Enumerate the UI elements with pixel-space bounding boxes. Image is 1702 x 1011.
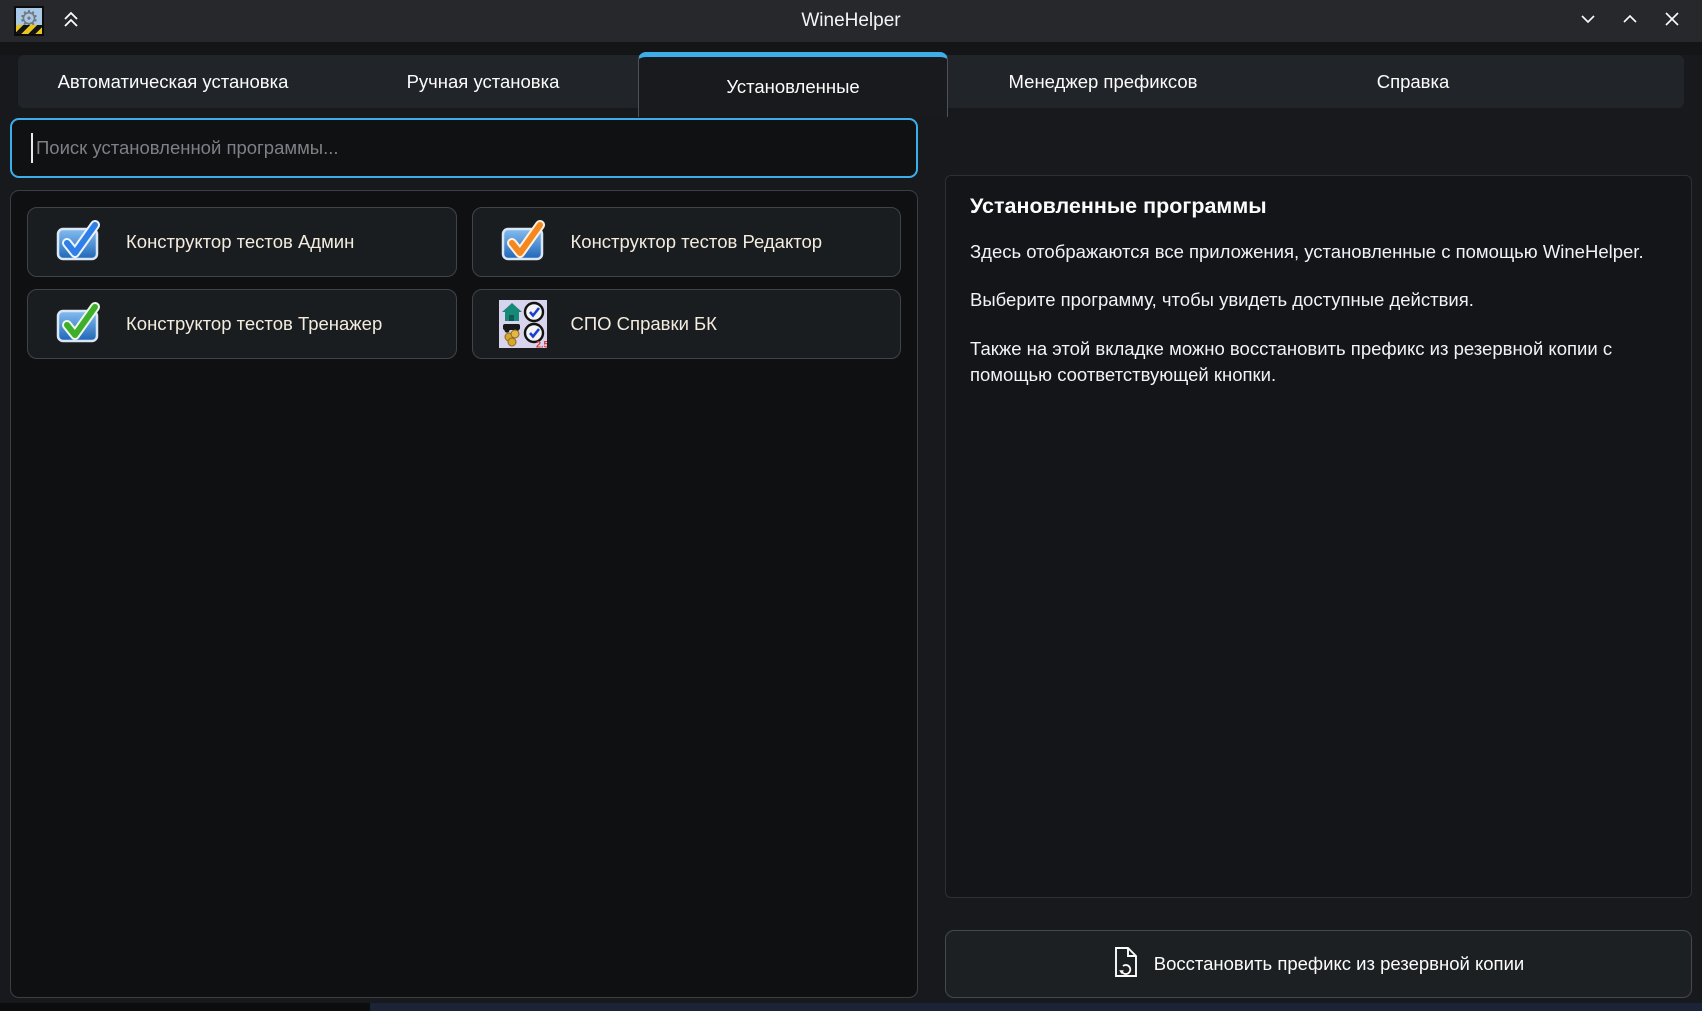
tab-manual-install[interactable]: Ручная установка	[328, 55, 638, 108]
program-button-konstruktor-trenazher[interactable]: Конструктор тестов Тренажер	[27, 289, 457, 359]
text-caret	[31, 133, 33, 163]
bottom-strip-navy	[370, 1003, 1702, 1011]
info-panel-title: Установленные программы	[970, 194, 1667, 219]
program-label: Конструктор тестов Тренажер	[126, 313, 382, 335]
checkbox-orange-check-icon	[499, 218, 547, 266]
info-paragraph: Здесь отображаются все приложения, устан…	[970, 239, 1667, 265]
chevron-down-icon	[1576, 7, 1600, 36]
program-label: СПО Справки БК	[571, 313, 717, 335]
double-chevron-up-icon	[60, 8, 82, 35]
tab-installed[interactable]: Установленные	[638, 52, 948, 117]
tab-help[interactable]: Справка	[1258, 55, 1568, 108]
chevron-up-icon	[1618, 7, 1642, 36]
program-button-konstruktor-admin[interactable]: Конструктор тестов Админ	[27, 207, 457, 277]
bottom-strip-dark	[0, 1003, 370, 1011]
spo-spravki-bk-icon: 2.5	[499, 300, 547, 348]
winehelper-window: ⚙ WineHelper	[0, 0, 1702, 1011]
tab-prefix-manager[interactable]: Менеджер префиксов	[948, 55, 1258, 108]
restore-prefix-button[interactable]: Восстановить префикс из резервной копии	[945, 930, 1692, 998]
installed-programs-panel: Конструктор тестов Админ Конструктор тес…	[10, 190, 918, 998]
program-button-konstruktor-redaktor[interactable]: Конструктор тестов Редактор	[472, 207, 902, 277]
tab-auto-install[interactable]: Автоматическая установка	[18, 55, 328, 108]
search-wrap	[10, 118, 918, 178]
svg-text:2.5: 2.5	[536, 340, 547, 349]
tabbar: Автоматическая установка Ручная установк…	[18, 55, 1684, 108]
search-input[interactable]	[10, 118, 918, 178]
hazard-stripes	[16, 25, 42, 34]
minimize-button[interactable]	[1576, 9, 1600, 33]
program-button-spo-spravki-bk[interactable]: 2.5 СПО Справки БК	[472, 289, 902, 359]
info-paragraph: Выберите программу, чтобы увидеть доступ…	[970, 287, 1667, 313]
window-controls	[1576, 9, 1688, 33]
info-panel: Установленные программы Здесь отображают…	[945, 175, 1692, 898]
checkbox-green-check-icon	[54, 300, 102, 348]
app-icon: ⚙	[14, 6, 44, 36]
close-x-icon	[1660, 7, 1684, 36]
maximize-button[interactable]	[1618, 9, 1642, 33]
restore-button-label: Восстановить префикс из резервной копии	[1154, 953, 1525, 975]
window-title: WineHelper	[0, 10, 1702, 32]
titlebar: ⚙ WineHelper	[0, 0, 1702, 42]
checkbox-blue-check-icon	[54, 218, 102, 266]
program-label: Конструктор тестов Админ	[126, 231, 354, 253]
document-restore-icon	[1113, 946, 1139, 983]
close-button[interactable]	[1660, 9, 1684, 33]
program-label: Конструктор тестов Редактор	[571, 231, 823, 253]
info-paragraph: Также на этой вкладке можно восстановить…	[970, 336, 1667, 389]
keep-above-button[interactable]	[60, 8, 82, 35]
